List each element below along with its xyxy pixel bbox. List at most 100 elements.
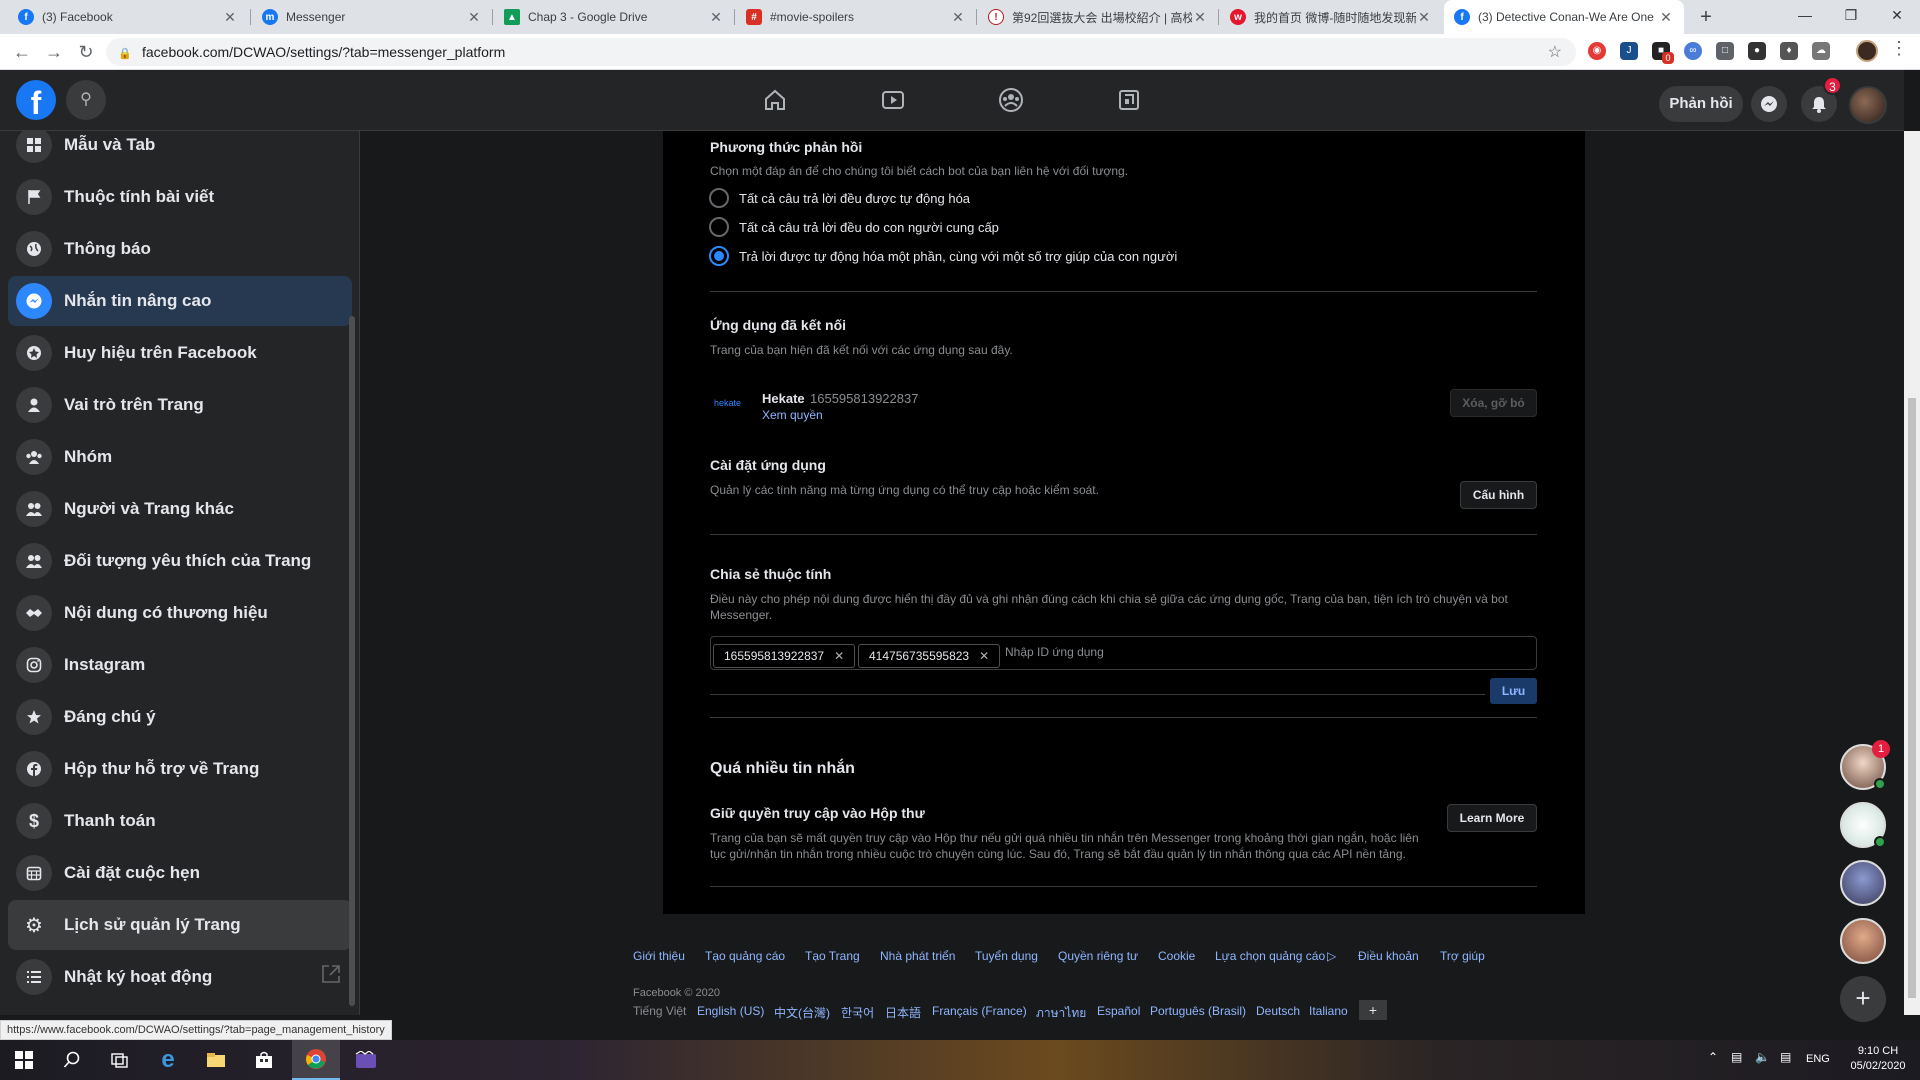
browser-tab-active[interactable]: f (3) Detective Conan-We Are One ✕ xyxy=(1444,0,1684,34)
language-link[interactable]: Português (Brasil) xyxy=(1150,1004,1246,1018)
footer-link[interactable]: Giới thiệu xyxy=(633,949,685,963)
close-icon[interactable]: ✕ xyxy=(1192,9,1208,26)
language-link[interactable]: 日本語 xyxy=(885,1004,921,1021)
new-message-button[interactable]: + xyxy=(1840,976,1886,1022)
browser-tab[interactable]: f (3) Facebook ✕ xyxy=(8,0,248,34)
extension-icon[interactable]: ♦ xyxy=(1780,42,1798,60)
forward-button[interactable]: → xyxy=(40,38,68,66)
home-icon[interactable] xyxy=(757,82,793,118)
external-link-icon[interactable] xyxy=(320,963,342,985)
extension-icon[interactable]: ● xyxy=(1748,42,1766,60)
footer-link[interactable]: Tạo quảng cáo xyxy=(705,949,785,963)
footer-link[interactable]: Nhà phát triển xyxy=(880,949,955,963)
sidebar-item-facebook-badges[interactable]: Huy hiệu trên Facebook xyxy=(8,328,352,378)
gaming-icon[interactable] xyxy=(1111,82,1147,118)
language-link[interactable]: Français (France) xyxy=(932,1004,1027,1018)
chrome-icon[interactable] xyxy=(292,1040,340,1080)
maximize-button[interactable]: ❐ xyxy=(1828,0,1874,30)
sidebar-item-people-and-other-pages[interactable]: Người và Trang khác xyxy=(8,484,352,534)
footer-link[interactable]: Quyền riêng tư xyxy=(1058,949,1138,963)
footer-link[interactable]: Cookie xyxy=(1158,949,1195,963)
chat-head[interactable] xyxy=(1840,918,1886,964)
minimize-button[interactable]: — xyxy=(1782,0,1828,30)
sidebar-item-notifications[interactable]: Thông báo xyxy=(8,224,352,274)
window-close-button[interactable]: ✕ xyxy=(1874,0,1920,30)
close-icon[interactable]: ✕ xyxy=(1658,9,1674,26)
address-bar[interactable]: 🔒 facebook.com/DCWAO/settings/?tab=messe… xyxy=(106,38,1576,66)
browser-tab[interactable]: m Messenger ✕ xyxy=(252,0,492,34)
browser-profile-avatar[interactable] xyxy=(1856,40,1878,62)
messenger-icon[interactable] xyxy=(1751,86,1787,122)
sidebar-item-payments[interactable]: $ Thanh toán xyxy=(8,796,352,846)
sidebar-item-page-roles[interactable]: Vai trò trên Trang xyxy=(8,380,352,430)
groups-icon[interactable] xyxy=(993,82,1029,118)
radio-partial-selected[interactable] xyxy=(709,246,729,266)
feedback-button[interactable]: Phản hồi xyxy=(1659,86,1743,122)
footer-link[interactable]: Tuyển dụng xyxy=(975,949,1038,963)
sidebar-item-page-support-inbox[interactable]: Hộp thư hỗ trợ về Trang xyxy=(8,744,352,794)
video-app-icon[interactable] xyxy=(342,1040,390,1080)
language-link[interactable]: Español xyxy=(1097,1004,1140,1018)
footer-link[interactable]: Điều khoản xyxy=(1358,949,1419,963)
close-icon[interactable]: ✕ xyxy=(708,9,724,26)
browser-menu-icon[interactable]: ⋮ xyxy=(1890,38,1908,59)
search-icon[interactable] xyxy=(48,1040,96,1080)
sidebar-item-branded-content[interactable]: Nội dung có thương hiệu xyxy=(8,588,352,638)
bookmark-star-icon[interactable]: ☆ xyxy=(1548,42,1562,62)
chat-head[interactable] xyxy=(1840,860,1886,906)
network-icon[interactable]: ▤ xyxy=(1731,1050,1742,1064)
sidebar-item-advanced-messaging[interactable]: Nhắn tin nâng cao xyxy=(8,276,352,326)
task-view-icon[interactable] xyxy=(96,1040,144,1080)
sidebar-item-appointment-settings[interactable]: Cài đặt cuộc hẹn xyxy=(8,848,352,898)
close-icon[interactable]: ✕ xyxy=(950,9,966,26)
close-icon[interactable]: ✕ xyxy=(1416,9,1432,26)
language-link[interactable]: Italiano xyxy=(1309,1004,1348,1018)
remove-app-button[interactable]: Xóa, gỡ bỏ xyxy=(1450,389,1537,417)
sidebar-item-activity-log[interactable]: Nhật ký hoạt động xyxy=(8,952,352,1002)
volume-icon[interactable]: 🔈 xyxy=(1755,1050,1770,1064)
search-icon[interactable]: ⚲ xyxy=(66,80,106,120)
extension-icon[interactable]: ◉ xyxy=(1588,42,1606,60)
close-icon[interactable]: ✕ xyxy=(466,9,482,26)
language-link[interactable]: ภาษาไทย xyxy=(1036,1004,1086,1023)
file-explorer-icon[interactable] xyxy=(192,1040,240,1080)
tray-expand-icon[interactable]: ⌃ xyxy=(1708,1050,1718,1064)
language-link[interactable]: 한국어 xyxy=(841,1004,874,1021)
sidebar-item-groups[interactable]: Nhóm xyxy=(8,432,352,482)
footer-link[interactable]: Trợ giúp xyxy=(1440,949,1485,963)
back-button[interactable]: ← xyxy=(8,38,36,66)
sidebar-item-featured[interactable]: Đáng chú ý xyxy=(8,692,352,742)
extension-icon[interactable]: □ xyxy=(1716,42,1734,60)
new-tab-button[interactable]: + xyxy=(1694,5,1718,29)
close-icon[interactable]: ✕ xyxy=(222,9,238,26)
facebook-logo[interactable]: f xyxy=(16,80,56,121)
language-link[interactable]: Deutsch xyxy=(1256,1004,1300,1018)
save-button[interactable]: Lưu xyxy=(1490,678,1537,704)
sidebar-item-post-attribution[interactable]: Thuộc tính bài viết xyxy=(8,172,352,222)
remove-chip-icon[interactable]: ✕ xyxy=(834,649,844,663)
radio-automated[interactable] xyxy=(709,188,729,208)
browser-tab[interactable]: ! 第92回選抜大会 出場校紹介 | 高校 ✕ xyxy=(978,0,1218,34)
sidebar-item-instagram[interactable]: Instagram xyxy=(8,640,352,690)
account-avatar[interactable] xyxy=(1849,86,1887,124)
sidebar-scrollbar[interactable] xyxy=(349,316,355,1006)
more-languages-button[interactable]: + xyxy=(1359,1000,1387,1020)
page-scrollbar-thumb[interactable] xyxy=(1908,398,1916,998)
view-permissions-link[interactable]: Xem quyền xyxy=(762,408,823,422)
learn-more-button[interactable]: Learn More xyxy=(1447,804,1537,832)
clock[interactable]: 9:10 CH 05/02/2020 xyxy=(1840,1044,1916,1074)
footer-link[interactable]: Tạo Trang xyxy=(805,949,860,963)
edge-icon[interactable]: e xyxy=(144,1040,192,1080)
configure-button[interactable]: Cấu hình xyxy=(1460,481,1537,509)
sidebar-item-page-management-history[interactable]: ⚙ Lịch sử quản lý Trang xyxy=(8,900,352,950)
footer-link[interactable]: Lựa chọn quảng cáo xyxy=(1215,949,1325,963)
windows-start-icon[interactable] xyxy=(0,1040,48,1080)
extension-icon[interactable]: J xyxy=(1620,42,1638,60)
browser-tab[interactable]: ▲ Chap 3 - Google Drive ✕ xyxy=(494,0,734,34)
language-link[interactable]: English (US) xyxy=(697,1004,764,1018)
extension-icon[interactable]: ☁ xyxy=(1812,42,1830,60)
action-center-icon[interactable]: ▤ xyxy=(1780,1050,1791,1064)
app-id-input[interactable]: Nhập ID ứng dụng xyxy=(1005,645,1104,659)
remove-chip-icon[interactable]: ✕ xyxy=(979,649,989,663)
browser-tab[interactable]: w 我的首页 微博-随时随地发现新鲜 ✕ xyxy=(1220,0,1442,34)
